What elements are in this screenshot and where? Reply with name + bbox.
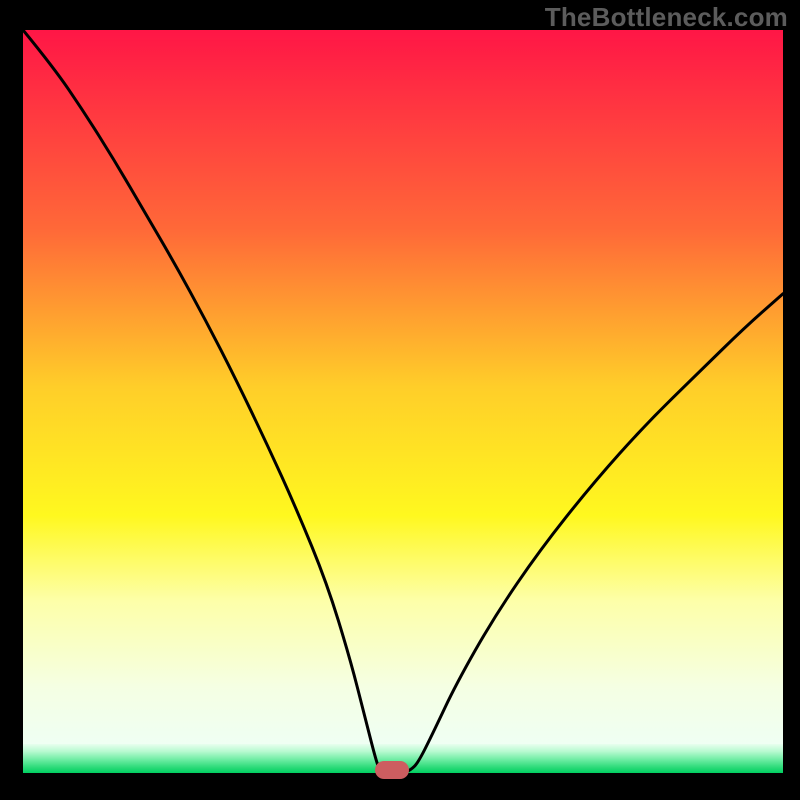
optimal-marker bbox=[375, 761, 409, 779]
watermark-text: TheBottleneck.com bbox=[545, 2, 788, 33]
chart-frame: TheBottleneck.com bbox=[0, 0, 800, 800]
gradient-background bbox=[23, 30, 783, 744]
chart-svg bbox=[23, 30, 783, 773]
plot-area bbox=[23, 30, 783, 773]
